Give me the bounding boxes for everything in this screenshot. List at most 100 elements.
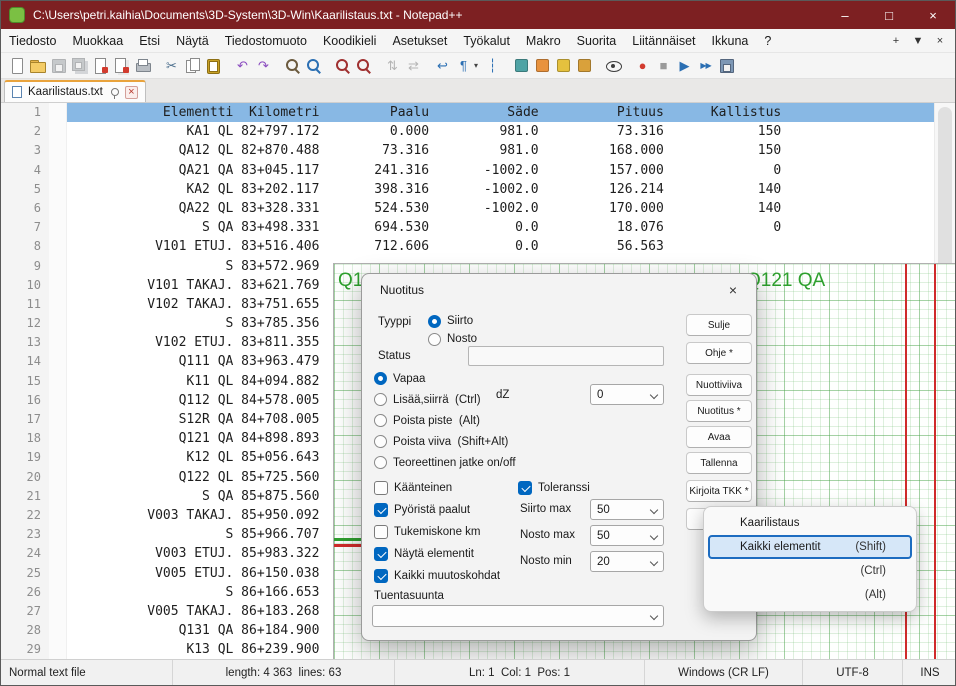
pyorista-paalut-checkbox[interactable]: Pyöristä paalut xyxy=(374,502,470,518)
menu-item[interactable]: Koodikieli xyxy=(315,30,385,52)
menu-item[interactable]: Liitännäiset xyxy=(624,30,703,52)
context-menu-item[interactable]: Kaikki elementit (Shift) xyxy=(708,535,912,559)
new-tab-button[interactable]: + xyxy=(885,35,907,47)
line-number: 27 xyxy=(1,602,49,621)
nayta-elementit-checkbox[interactable]: Näytä elementit xyxy=(374,546,474,562)
print-icon[interactable] xyxy=(133,56,152,75)
line-text[interactable]: V101 ETUJ. 83+516.406 712.606 0.0 56.563 xyxy=(67,237,956,256)
indent-guide-icon[interactable]: ┆ xyxy=(483,56,502,75)
sync-horizontal-icon[interactable]: ⇄ xyxy=(404,56,423,75)
menu-item[interactable]: Etsi xyxy=(131,30,168,52)
undo-icon[interactable]: ↶ xyxy=(233,56,252,75)
tukemiskone-km-checkbox[interactable]: Tukemiskone km xyxy=(374,524,481,540)
macro-stop-icon[interactable]: ■ xyxy=(654,56,673,75)
line-text[interactable]: QA22 QL 83+328.331 524.530 -1002.0 170.0… xyxy=(67,199,956,218)
save-icon[interactable] xyxy=(49,56,68,75)
sync-vertical-icon[interactable]: ⇅ xyxy=(383,56,402,75)
menu-item[interactable]: Ikkuna xyxy=(704,30,757,52)
paste-icon[interactable] xyxy=(204,56,223,75)
find-icon[interactable] xyxy=(283,56,302,75)
dialog-titlebar[interactable]: Nuotitus × xyxy=(362,274,756,306)
dz-combobox[interactable]: 0 xyxy=(590,384,664,405)
line-text[interactable]: Elementti Kilometri Paalu Säde Pituus Ka… xyxy=(67,103,956,122)
title-bar[interactable]: C:\Users\petri.kaihia\Documents\3D-Syste… xyxy=(1,1,955,29)
close-all-icon[interactable] xyxy=(112,56,131,75)
word-wrap-icon[interactable]: ↩ xyxy=(433,56,452,75)
pin-icon[interactable] xyxy=(111,88,119,96)
tab-list-button[interactable]: ▼ xyxy=(907,35,929,47)
cut-icon[interactable]: ✂ xyxy=(162,56,181,75)
macro-save-icon[interactable] xyxy=(717,56,736,75)
new-file-icon[interactable] xyxy=(7,56,26,75)
maximize-button[interactable]: □ xyxy=(867,1,911,29)
macro-play-icon[interactable]: ▶ xyxy=(675,56,694,75)
line-text[interactable]: KA2 QL 83+202.117 398.316 -1002.0 126.21… xyxy=(67,180,956,199)
tuentasuunta-combobox[interactable] xyxy=(372,605,664,627)
kaanteinen-checkbox[interactable]: Käänteinen xyxy=(374,480,452,496)
mode-radio[interactable]: Poista piste (Alt) xyxy=(374,410,516,431)
status-field[interactable] xyxy=(468,346,664,366)
folder-workspace-icon[interactable] xyxy=(575,56,594,75)
menu-item[interactable]: Näytä xyxy=(168,30,217,52)
menu-item[interactable]: Suorita xyxy=(569,30,625,52)
context-menu-item[interactable]: Kaarilistaus xyxy=(708,511,912,535)
encoding[interactable]: UTF-8 xyxy=(803,660,903,685)
nosto-min-combobox[interactable]: 20 xyxy=(590,551,664,572)
document-map-icon[interactable] xyxy=(533,56,552,75)
dialog-close-icon[interactable]: × xyxy=(718,282,748,298)
close-file-icon[interactable] xyxy=(91,56,110,75)
function-list-icon[interactable] xyxy=(512,56,531,75)
dialog-button[interactable]: Nuotitus * xyxy=(686,400,752,422)
dialog-button[interactable]: Avaa xyxy=(686,426,752,448)
menu-item[interactable]: Muokkaa xyxy=(64,30,131,52)
eol-format[interactable]: Windows (CR LF) xyxy=(645,660,803,685)
document-list-icon[interactable] xyxy=(554,56,573,75)
dialog-button[interactable]: Kirjoita TKK * xyxy=(686,480,752,502)
minimize-button[interactable]: – xyxy=(823,1,867,29)
mode-radio[interactable]: Lisää,siirrä (Ctrl) xyxy=(374,389,516,410)
siirto-radio[interactable]: Siirto xyxy=(428,313,473,329)
line-text[interactable]: QA12 QL 82+870.488 73.316 981.0 168.000 … xyxy=(67,141,956,160)
replace-icon[interactable] xyxy=(304,56,323,75)
nosto-radio[interactable]: Nosto xyxy=(428,331,477,347)
menu-item[interactable]: Työkalut xyxy=(455,30,518,52)
menu-item[interactable]: Tiedostomuoto xyxy=(217,30,315,52)
close-button[interactable]: × xyxy=(911,1,955,29)
monitoring-icon[interactable] xyxy=(604,56,623,75)
save-all-icon[interactable] xyxy=(70,56,89,75)
menu-item[interactable]: ? xyxy=(756,30,779,52)
macro-run-multiple-icon[interactable]: ▶▶ xyxy=(696,56,715,75)
dialog-button[interactable]: Tallenna xyxy=(686,452,752,474)
toleranssi-checkbox[interactable]: Toleranssi xyxy=(518,480,590,496)
menu-item[interactable]: Asetukset xyxy=(384,30,455,52)
kaikki-muutoskohdat-checkbox[interactable]: Kaikki muutoskohdat xyxy=(374,568,500,584)
mode-radio[interactable]: Vapaa xyxy=(374,368,516,389)
context-menu-item[interactable]: (Alt) xyxy=(708,583,912,607)
insert-mode[interactable]: INS xyxy=(903,660,956,685)
line-text[interactable]: S QA 83+498.331 694.530 0.0 18.076 0 xyxy=(67,218,956,237)
close-tab-button[interactable]: × xyxy=(929,35,951,47)
dialog-button[interactable]: Nuottiviiva xyxy=(686,374,752,396)
dialog-button[interactable]: Ohje * xyxy=(686,342,752,364)
tab-kaarilistaus[interactable]: Kaarilistaus.txt × xyxy=(4,80,146,102)
tab-close-icon[interactable]: × xyxy=(125,86,138,99)
menu-item[interactable]: Makro xyxy=(518,30,569,52)
dialog-button[interactable]: Sulje xyxy=(686,314,752,336)
bookmark-margin xyxy=(49,314,67,333)
context-menu-item[interactable]: (Ctrl) xyxy=(708,559,912,583)
line-text[interactable]: QA21 QA 83+045.117 241.316 -1002.0 157.0… xyxy=(67,161,956,180)
redo-icon[interactable]: ↷ xyxy=(254,56,273,75)
tab-label: Kaarilistaus.txt xyxy=(28,86,103,98)
zoom-in-icon[interactable] xyxy=(333,56,352,75)
siirto-max-combobox[interactable]: 50 xyxy=(590,499,664,520)
mode-radio[interactable]: Teoreettinen jatke on/off xyxy=(374,452,516,473)
nosto-max-combobox[interactable]: 50 xyxy=(590,525,664,546)
macro-record-icon[interactable]: ● xyxy=(633,56,652,75)
open-folder-icon[interactable] xyxy=(28,56,47,75)
zoom-out-icon[interactable] xyxy=(354,56,373,75)
copy-icon[interactable] xyxy=(183,56,202,75)
menu-item[interactable]: Tiedosto xyxy=(1,30,64,52)
dropdown-arrow-icon[interactable]: ▾ xyxy=(471,56,481,75)
mode-radio[interactable]: Poista viiva (Shift+Alt) xyxy=(374,431,516,452)
line-text[interactable]: KA1 QL 82+797.172 0.000 981.0 73.316 150 xyxy=(67,122,956,141)
